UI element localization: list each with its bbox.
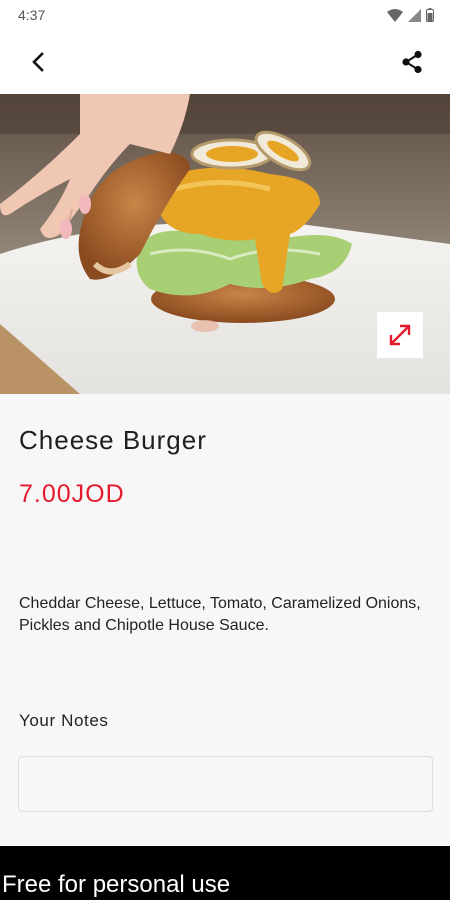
wifi-icon	[387, 8, 403, 22]
battery-icon	[426, 8, 434, 22]
app-bar	[0, 30, 450, 94]
notes-label: Your Notes	[19, 711, 109, 730]
cellular-signal-icon	[408, 8, 421, 22]
expand-image-button[interactable]	[377, 312, 423, 358]
back-button[interactable]	[22, 46, 54, 78]
watermark-text: Free for personal use	[2, 871, 231, 898]
product-title: Cheese Burger	[19, 425, 207, 455]
product-description: Cheddar Cheese, Lettuce, Tomato, Caramel…	[19, 595, 421, 634]
product-price: 7.00JOD	[19, 480, 125, 508]
status-bar: 4:37	[0, 0, 450, 30]
chevron-left-icon	[32, 52, 44, 72]
expand-icon	[389, 324, 411, 346]
share-icon	[402, 50, 422, 74]
status-time: 4:37	[18, 7, 46, 23]
share-button[interactable]	[396, 46, 428, 78]
status-icons	[387, 8, 434, 22]
notes-input[interactable]	[18, 756, 433, 812]
